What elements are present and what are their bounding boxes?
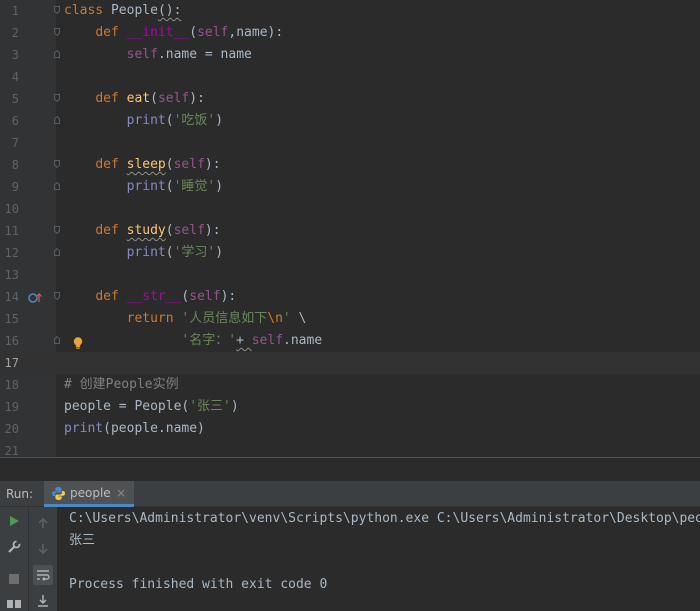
code-line[interactable]: 13 [0,264,700,286]
scroll-to-end-icon[interactable] [33,591,53,611]
python-icon [51,486,66,505]
line-number: 19 [4,400,19,414]
console-toolbar-right [28,507,57,611]
line-number: 5 [11,92,19,106]
override-method-icon[interactable] [28,290,42,304]
run-tool-window-header: Run: people × [0,481,700,507]
fold-end-icon[interactable] [54,182,60,190]
line-number: 18 [4,378,19,392]
fold-icon[interactable] [54,28,60,36]
fold-end-icon[interactable] [54,336,60,344]
line-number: 21 [4,444,19,457]
line-number: 2 [11,26,19,40]
run-icon[interactable] [4,511,24,531]
run-tab-label: people [70,486,111,500]
fold-icon[interactable] [54,292,60,300]
code-line[interactable]: 10 [0,198,700,220]
fold-icon[interactable] [54,226,60,234]
line-number: 3 [11,48,19,62]
code-line[interactable]: 12 print('学习') [0,242,700,264]
line-number: 14 [4,290,19,304]
run-console[interactable]: C:\Users\Administrator\venv\Scripts\pyth… [0,507,700,611]
fold-end-icon[interactable] [54,116,60,124]
up-arrow-icon[interactable] [33,513,53,533]
soft-wrap-icon[interactable] [33,565,53,585]
code-line[interactable]: 14 def __str__(self): [0,286,700,308]
code-line[interactable]: 19 people = People('张三') [0,396,700,418]
line-number: 10 [4,202,19,216]
line-number: 15 [4,312,19,326]
code-line[interactable]: 9 print('睡觉') [0,176,700,198]
code-line[interactable]: 8 def sleep(self): [0,154,700,176]
code-line[interactable]: 18 # 创建People实例 [0,374,700,396]
fold-end-icon[interactable] [54,248,60,256]
layout-icon[interactable] [4,593,24,611]
fold-end-icon[interactable] [54,50,60,58]
console-output-line: 张三 [69,533,96,548]
code-line[interactable]: 6 print('吃饭') [0,110,700,132]
line-number: 20 [4,422,19,436]
console-command-line: C:\Users\Administrator\venv\Scripts\pyth… [69,511,700,526]
line-number: 9 [11,180,19,194]
code-editor[interactable]: 1 class People(): 2 def __init__(self,na… [0,0,700,457]
code-line[interactable]: 21 [0,440,700,457]
fold-icon[interactable] [54,160,60,168]
line-number: 6 [11,114,19,128]
run-label: Run: [6,487,34,501]
code-line[interactable]: 20 print(people.name) [0,418,700,440]
wrench-icon[interactable] [4,537,24,557]
close-icon[interactable]: × [116,481,126,505]
code-line[interactable]: 4 [0,66,700,88]
line-number: 13 [4,268,19,282]
line-number: 17 [4,356,19,370]
code-line-current[interactable]: 17 [0,352,700,374]
console-exit-line: Process finished with exit code 0 [69,577,328,592]
code-line[interactable]: 2 def __init__(self,name): [0,22,700,44]
code-line[interactable]: 5 def eat(self): [0,88,700,110]
line-number: 12 [4,246,19,260]
line-number: 11 [4,224,19,238]
code-line[interactable]: 3 self.name = name [0,44,700,66]
line-number: 16 [4,334,19,348]
panel-divider[interactable] [0,457,700,481]
code-line[interactable]: 11 def study(self): [0,220,700,242]
line-number: 1 [11,4,19,18]
line-number: 4 [11,70,19,84]
line-number: 8 [11,158,19,172]
line-number: 7 [11,136,19,150]
code-line[interactable]: 15 return '人员信息如下\n' \ [0,308,700,330]
stop-icon[interactable] [4,569,24,589]
fold-icon[interactable] [54,6,60,14]
code-line[interactable]: 16 '名字：'+ self.name [0,330,700,352]
down-arrow-icon[interactable] [33,539,53,559]
run-tab-people[interactable]: people × [44,481,134,507]
code-line[interactable]: 1 class People(): [0,0,700,22]
console-toolbar-left [0,507,28,611]
fold-icon[interactable] [54,94,60,102]
code-line[interactable]: 7 [0,132,700,154]
